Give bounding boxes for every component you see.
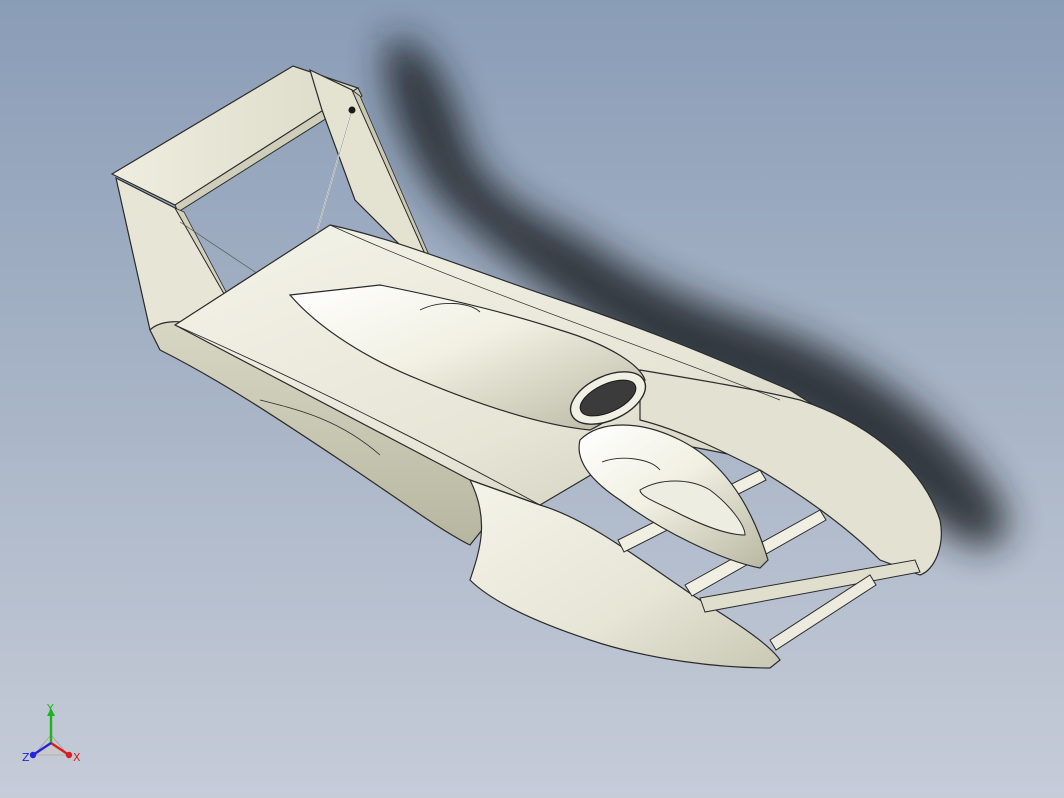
hull <box>149 224 942 669</box>
model-scene[interactable] <box>0 0 1064 798</box>
orientation-triad[interactable]: Y X Z <box>18 703 84 769</box>
y-axis-label: Y <box>46 703 54 715</box>
graphics-viewport[interactable]: Y X Z <box>0 0 1064 798</box>
z-axis-label: Z <box>22 751 30 764</box>
x-axis-label: X <box>73 751 81 764</box>
x-axis-knob-icon <box>65 751 73 759</box>
z-axis-knob-icon <box>29 751 37 759</box>
